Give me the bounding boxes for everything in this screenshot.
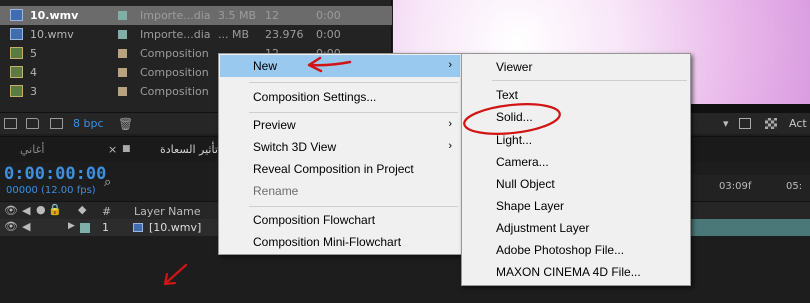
red-arrow-annotation [308,60,352,67]
annotation-overlay [163,56,561,286]
red-arrow-annotation [164,263,188,285]
red-circle-annotation [463,103,561,135]
